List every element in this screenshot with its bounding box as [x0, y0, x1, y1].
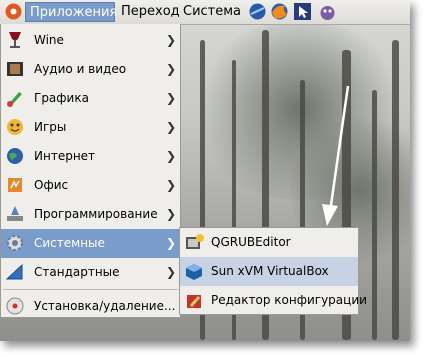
desktop-wallpaper: Приложения Переход Система Wine ❯ Аудио …: [0, 0, 410, 341]
submenu-item-label: Редактор конфигурации: [211, 293, 367, 307]
menu-item-games[interactable]: Игры ❯: [1, 113, 180, 142]
chevron-right-icon: ❯: [165, 236, 176, 250]
chevron-right-icon: ❯: [165, 178, 176, 192]
submenu-item-label: Sun xVM VirtualBox: [211, 264, 329, 278]
menu-item-label: Офис: [34, 178, 69, 192]
menu-item-label: Установка/удаление...: [34, 299, 176, 313]
install-disc-icon: [5, 296, 25, 316]
office-icon: [5, 175, 25, 195]
system-menu[interactable]: Система: [183, 2, 241, 22]
menu-item-accessories[interactable]: Стандартные ❯: [1, 258, 180, 287]
menu-item-label: Wine: [34, 33, 64, 47]
menu-item-label: Программирование: [34, 207, 158, 221]
submenu-item-virtualbox[interactable]: Sun xVM VirtualBox: [180, 257, 358, 286]
chevron-right-icon: ❯: [165, 149, 176, 163]
menu-item-office[interactable]: Офис ❯: [1, 171, 180, 200]
submenu-item-config-editor[interactable]: Редактор конфигурации: [180, 286, 367, 315]
games-icon: [5, 117, 25, 137]
submenu-item-label: QGRUBEditor: [211, 235, 291, 249]
pidgin-icon[interactable]: [318, 2, 337, 21]
submenu-item-qgrubeditor[interactable]: QGRUBEditor: [180, 228, 358, 257]
pointer-icon[interactable]: [293, 2, 312, 21]
applications-dropdown: Wine ❯ Аудио и видео ❯ Графика ❯ Игры ❯: [0, 24, 181, 318]
menu-item-graphics[interactable]: Графика ❯: [1, 84, 180, 113]
menu-item-wine[interactable]: Wine ❯: [1, 26, 180, 55]
menu-item-add-remove[interactable]: Установка/удаление...: [1, 292, 180, 321]
chevron-right-icon: ❯: [165, 62, 176, 76]
virtualbox-icon: [184, 262, 204, 282]
wine-glass-icon: [5, 30, 25, 50]
system-tools-submenu: QGRUBEditor Sun xVM VirtualBox Редактор …: [179, 227, 367, 315]
menu-item-programming[interactable]: Программирование ❯: [1, 200, 180, 229]
gear-icon: [5, 233, 25, 253]
accessories-icon: [5, 262, 25, 282]
menu-separator: [3, 289, 178, 290]
places-menu[interactable]: Переход: [121, 2, 180, 22]
menu-item-label: Стандартные: [34, 265, 120, 279]
menu-item-label: Аудио и видео: [34, 62, 127, 76]
chevron-right-icon: ❯: [165, 265, 176, 279]
menu-item-label: Интернет: [34, 149, 96, 163]
network-icon[interactable]: [248, 2, 267, 21]
film-icon: [5, 59, 25, 79]
menu-item-label: Игры: [34, 120, 67, 134]
globe-icon: [5, 146, 25, 166]
grub-editor-icon: [184, 233, 204, 253]
chevron-right-icon: ❯: [165, 91, 176, 105]
paint-brush-icon: [5, 88, 25, 108]
config-editor-icon: [184, 291, 204, 311]
menu-item-system-tools[interactable]: Системные ❯: [1, 229, 180, 258]
menu-item-label: Системные: [34, 236, 105, 250]
applications-menu[interactable]: Приложения: [25, 2, 117, 22]
menu-item-internet[interactable]: Интернет ❯: [1, 142, 180, 171]
chevron-right-icon: ❯: [165, 120, 176, 134]
chevron-right-icon: ❯: [165, 207, 176, 221]
programming-icon: [5, 204, 25, 224]
top-panel: Приложения Переход Система: [0, 0, 410, 25]
firefox-icon[interactable]: [270, 2, 289, 21]
ubuntu-logo-icon: [4, 2, 23, 21]
menu-item-audio-video[interactable]: Аудио и видео ❯: [1, 55, 180, 84]
chevron-right-icon: ❯: [165, 33, 176, 47]
menu-item-label: Графика: [34, 91, 89, 105]
